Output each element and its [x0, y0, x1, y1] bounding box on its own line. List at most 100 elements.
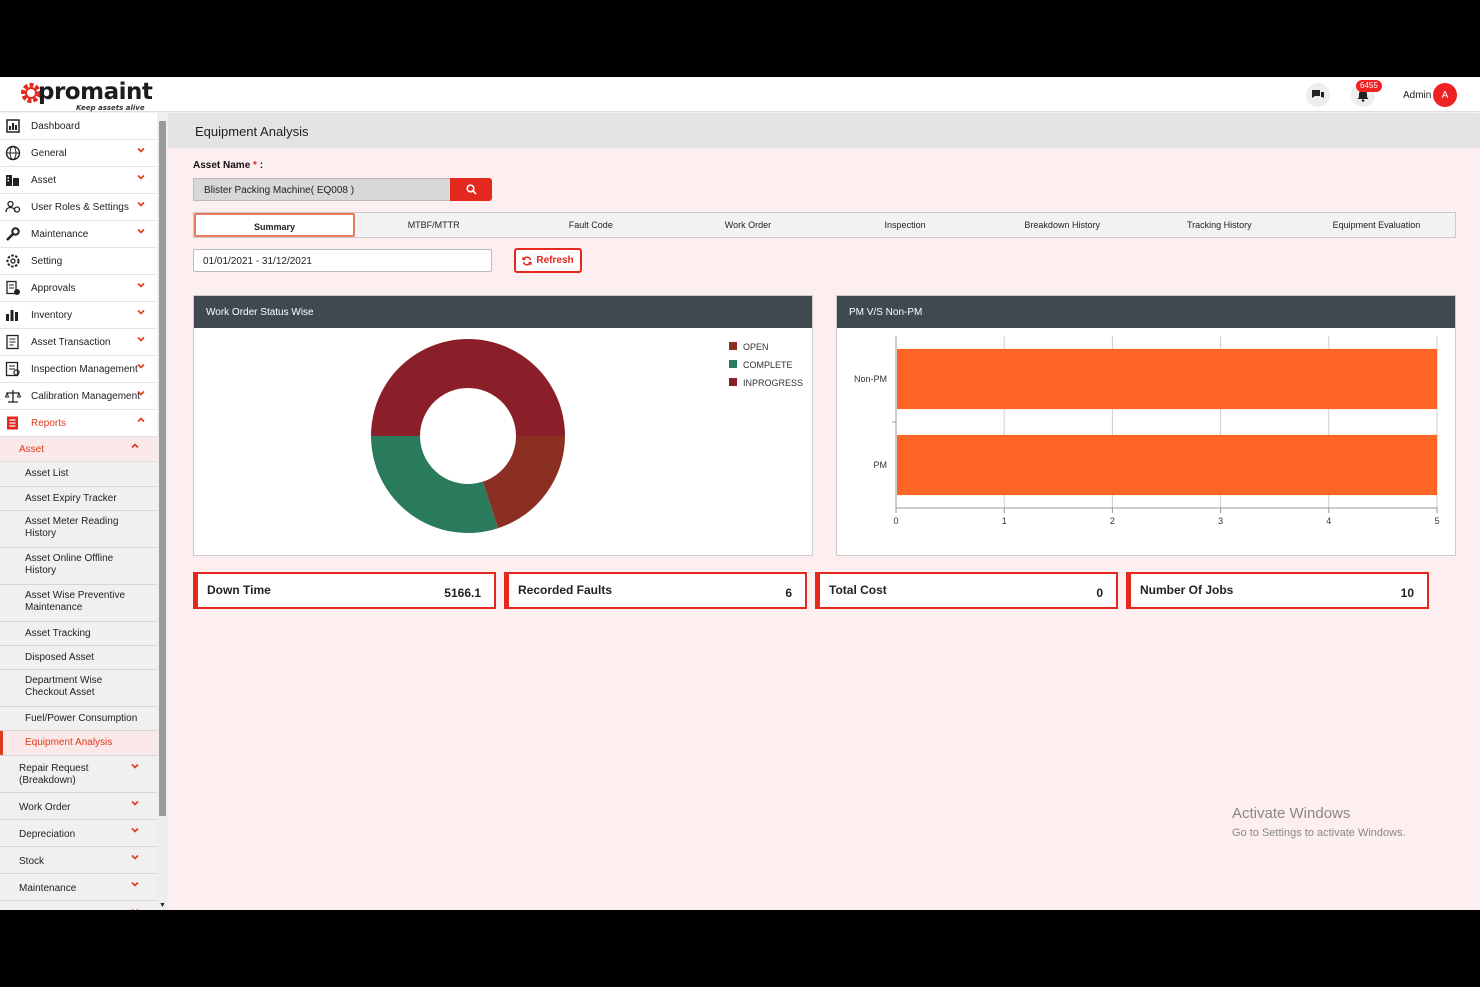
stat-value: 5166.1	[444, 586, 481, 600]
user-name[interactable]: Admin	[1403, 90, 1431, 101]
pm-vs-nonpm-bar-chart: 0 1 2 3 4 5 Non-PM PM	[854, 336, 1440, 526]
sidebar-subitem-label: Asset Tracking	[25, 628, 91, 639]
scroll-down-icon[interactable]: ▼	[159, 902, 166, 909]
sidebar-subitem-label: Fuel/Power Consumption	[25, 713, 138, 724]
sidebar-section-label: Work Order	[19, 802, 71, 813]
brand-tagline: Keep assets alive	[76, 104, 145, 112]
refresh-label: Refresh	[536, 255, 574, 266]
dashboard-icon	[6, 119, 20, 133]
tab-summary[interactable]: Summary	[194, 213, 356, 237]
sidebar-item-general[interactable]: General	[0, 140, 157, 167]
tab-equipment-evaluation[interactable]: Equipment Evaluation	[1298, 213, 1455, 237]
chevron-down-icon	[137, 201, 145, 207]
tab-fault-code[interactable]: Fault Code	[512, 213, 669, 237]
date-range-input[interactable]: 01/01/2021 - 31/12/2021	[193, 249, 492, 272]
sidebar-item-maintenance[interactable]: Maintenance	[0, 221, 157, 248]
tab-tracking-history[interactable]: Tracking History	[1141, 213, 1298, 237]
sidebar-item-label: Asset Transaction	[31, 337, 111, 348]
sidebar-item-asset[interactable]: Asset	[0, 167, 157, 194]
pm-vs-nonpm-title: PM V/S Non-PM	[837, 296, 1455, 328]
sidebar-item-reports[interactable]: Reports	[0, 410, 157, 437]
sidebar-subitem-asset-wise-preventive-maintenance[interactable]: Asset Wise Preventive Maintenance	[0, 585, 157, 622]
tab-breakdown-history[interactable]: Breakdown History	[984, 213, 1141, 237]
sidebar-item-inspection-management[interactable]: Inspection Management	[0, 356, 157, 383]
chevron-down-icon	[137, 309, 145, 315]
sidebar-item-label: Inventory	[31, 310, 73, 321]
sidebar-subheader-asset[interactable]: Asset	[0, 437, 157, 462]
avatar[interactable]: A	[1433, 83, 1457, 107]
search-icon	[465, 184, 477, 195]
sidebar-item-setting[interactable]: Setting	[0, 248, 157, 275]
tab-mtbf-mttr[interactable]: MTBF/MTTR	[355, 213, 512, 237]
donut-slice-inprogress[interactable]	[371, 339, 565, 436]
sidebar-item-label: Calibration Management	[31, 391, 140, 402]
sidebar-item-user-roles-settings[interactable]: User Roles & Settings	[0, 194, 157, 221]
globe-icon	[5, 145, 21, 161]
chevron-down-icon	[131, 881, 139, 887]
sidebar-subitem-asset-meter-reading-history[interactable]: Asset Meter Reading History	[0, 511, 157, 548]
chat-button[interactable]	[1306, 83, 1330, 107]
chevron-down-icon	[137, 174, 145, 180]
sidebar-subitem-department-wise-checkout-asset[interactable]: Department Wise Checkout Asset	[0, 670, 157, 707]
asset-search-button[interactable]	[450, 178, 492, 201]
legend-swatch-open	[729, 342, 737, 350]
legend-label-inprogress[interactable]: INPROGRESS	[743, 378, 803, 388]
gear-icon	[6, 254, 20, 268]
brand-logo[interactable]: promaint Keep assets alive	[20, 80, 153, 112]
bar-pm[interactable]	[897, 434, 1437, 496]
donut-slice-complete[interactable]	[371, 436, 498, 533]
bar-non-pm[interactable]	[897, 348, 1437, 410]
sidebar-item-inventory[interactable]: Inventory	[0, 302, 157, 329]
sidebar-subitem-asset-online-offline-history[interactable]: Asset Online Offline History	[0, 548, 157, 585]
sidebar-subitem-fuel-power-consumption[interactable]: Fuel/Power Consumption	[0, 707, 157, 731]
scrollbar-thumb[interactable]	[159, 121, 166, 816]
pm-vs-nonpm-card: PM V/S Non-PM 0 1 2 3 4 5 Non-PM PM	[836, 295, 1456, 556]
x-tick-label: 2	[1110, 516, 1115, 526]
sidebar-scrollbar[interactable]: ▼	[157, 113, 168, 910]
legend-label-open[interactable]: OPEN	[743, 342, 769, 352]
chevron-down-icon	[131, 800, 139, 806]
x-tick-label: 3	[1218, 516, 1223, 526]
sidebar-subitem-label: Asset List	[25, 468, 69, 479]
stat-label: Recorded Faults	[518, 583, 613, 597]
sidebar-item-label: Maintenance	[31, 229, 89, 240]
windows-watermark-title: Activate Windows	[1232, 805, 1351, 822]
sidebar-item-asset-transaction[interactable]: Asset Transaction	[0, 329, 157, 356]
sidebar-subitem-asset-expiry-tracker[interactable]: Asset Expiry Tracker	[0, 487, 157, 511]
sidebar-item-label: Inspection Management	[31, 364, 138, 375]
refresh-button[interactable]: Refresh	[514, 248, 582, 273]
work-order-status-title: Work Order Status Wise	[194, 296, 812, 328]
sidebar-section-label: Depreciation	[19, 829, 76, 840]
tab-work-order[interactable]: Work Order	[669, 213, 826, 237]
sidebar-item-label: General	[31, 148, 67, 159]
chevron-down-icon	[137, 147, 145, 153]
stat-value: 10	[1400, 586, 1414, 600]
sidebar-item-approvals[interactable]: Approvals	[0, 275, 157, 302]
work-order-status-card: Work Order Status Wise OPEN COMPLETE INPRO…	[193, 295, 813, 556]
sidebar-item-label: Asset	[31, 175, 57, 186]
sidebar-item-calibration-management[interactable]: Calibration Management	[0, 383, 157, 410]
legend-label-complete[interactable]: COMPLETE	[743, 360, 793, 370]
sidebar-subitem-asset-tracking[interactable]: Asset Tracking	[0, 622, 157, 646]
sidebar-subitem-disposed-asset[interactable]: Disposed Asset	[0, 646, 157, 670]
y-category-label: Non-PM	[854, 374, 887, 384]
sidebar-subitem-asset-list[interactable]: Asset List	[0, 462, 157, 487]
reports-icon	[7, 416, 18, 430]
page-title: Equipment Analysis	[195, 124, 309, 139]
sidebar-section-label: Maintenance	[19, 883, 77, 894]
sidebar-section-maintenance[interactable]: Maintenance	[0, 874, 157, 901]
sidebar-section-repair-request-breakdown[interactable]: Repair Request (Breakdown)	[0, 756, 157, 793]
tab-inspection[interactable]: Inspection	[827, 213, 984, 237]
asset-name-input[interactable]: Blister Packing Machine( EQ008 )	[193, 178, 451, 201]
analysis-tabs: Summary MTBF/MTTR Fault Code Work Order Insp…	[193, 212, 1456, 238]
chevron-up-icon	[131, 443, 139, 449]
sidebar-subitem-equipment-analysis[interactable]: Equipment Analysis	[0, 731, 157, 756]
sidebar-section-work-order[interactable]: Work Order	[0, 793, 157, 820]
sidebar-section-stock[interactable]: Stock	[0, 847, 157, 874]
sidebar-item-dashboard[interactable]: Dashboard	[0, 113, 157, 140]
sidebar-subheader-label: Asset	[19, 444, 45, 455]
sidebar-section-audit-trail[interactable]: Audit Trail	[0, 901, 157, 910]
sidebar-item-label: Setting	[31, 256, 63, 267]
sidebar-section-depreciation[interactable]: Depreciation	[0, 820, 157, 847]
donut-slice-open[interactable]	[482, 436, 565, 529]
